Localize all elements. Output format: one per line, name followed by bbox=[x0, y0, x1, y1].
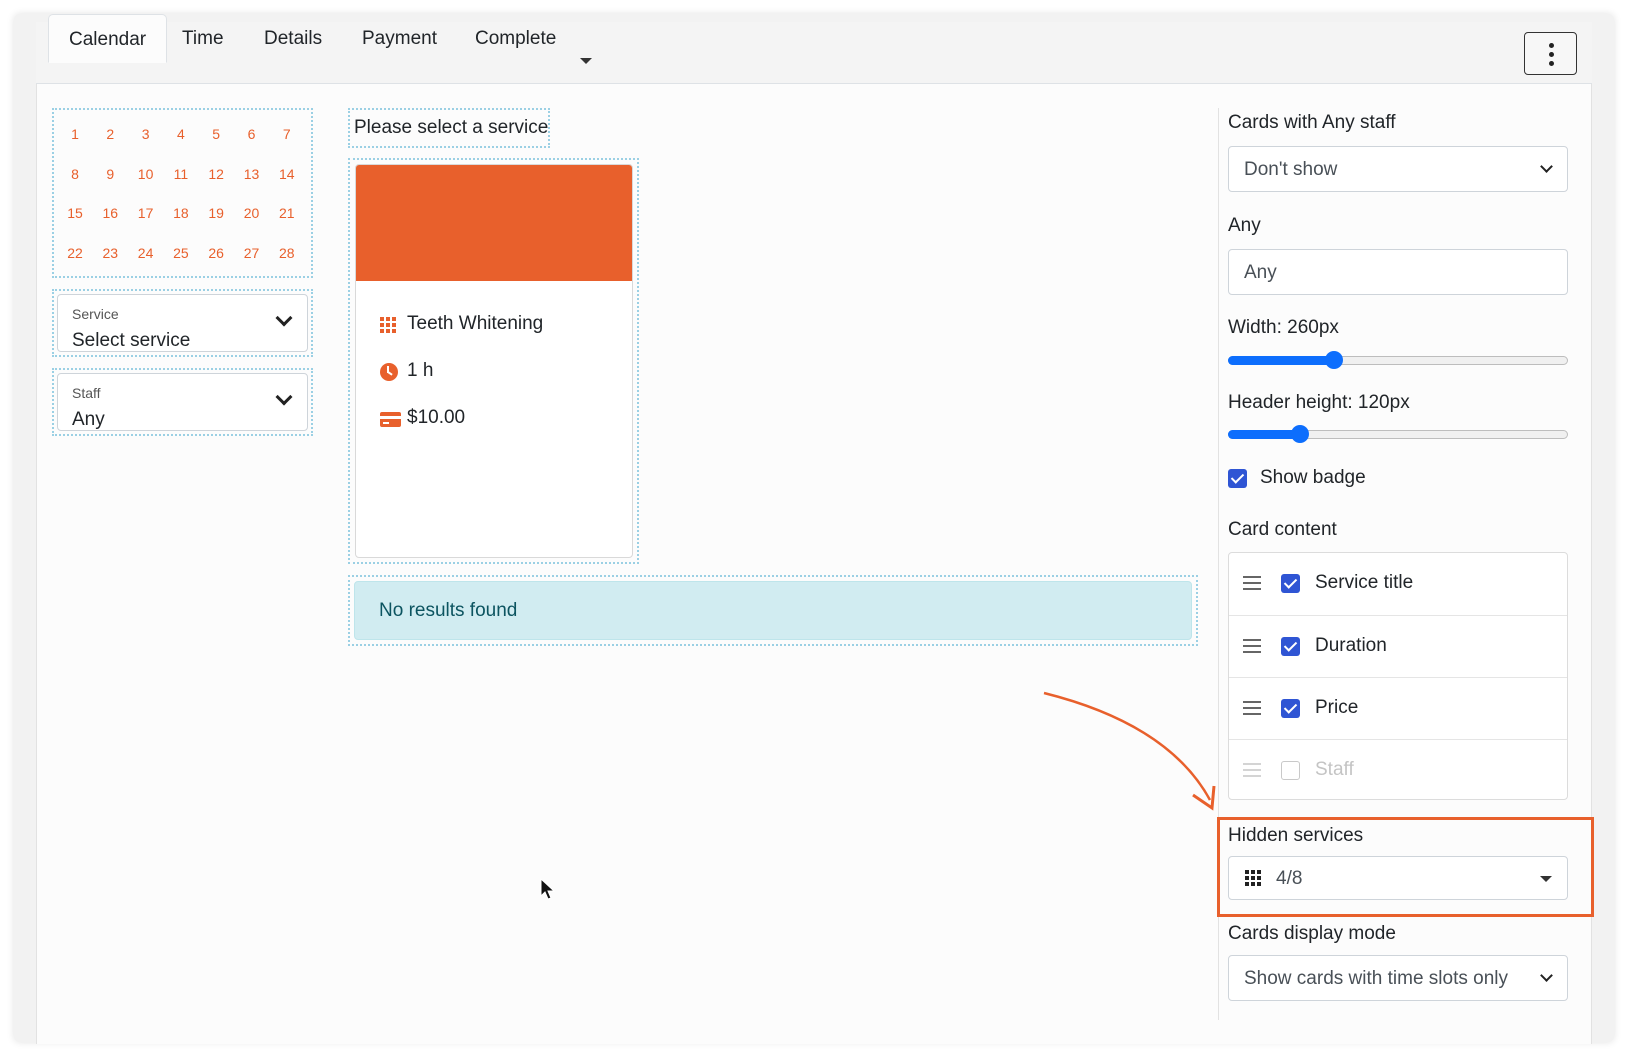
mouse-cursor-icon bbox=[540, 878, 556, 900]
annotation-arrow bbox=[1043, 691, 1216, 811]
arrow-curve bbox=[1043, 691, 1212, 801]
